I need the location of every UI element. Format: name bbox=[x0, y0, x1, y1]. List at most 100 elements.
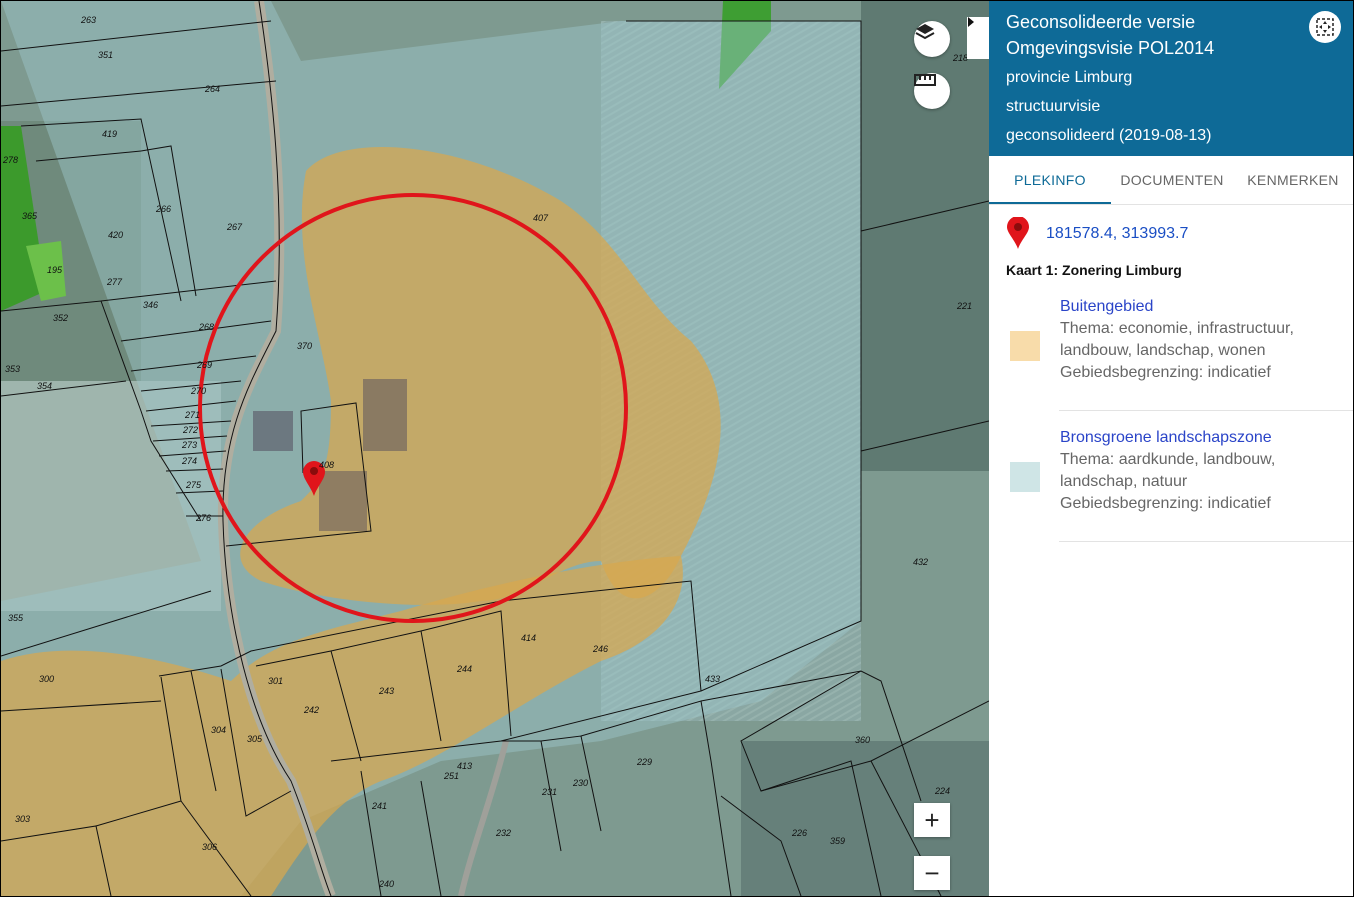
parcel-label: 365 bbox=[22, 211, 38, 221]
parcel-label: 352 bbox=[53, 313, 68, 323]
plan-title: Geconsolideerde versie Omgevingsvisie PO… bbox=[1006, 12, 1215, 58]
parcel-label: 267 bbox=[226, 222, 243, 232]
info-panel: Geconsolideerde versie Omgevingsvisie PO… bbox=[989, 1, 1353, 896]
parcel-label: 270 bbox=[190, 386, 206, 396]
panel-tabs: PLEKINFO DOCUMENTEN KENMERKEN bbox=[989, 156, 1353, 205]
parcel-label: 276 bbox=[195, 513, 211, 523]
building-house bbox=[253, 411, 293, 451]
collapse-panel-button[interactable] bbox=[967, 17, 989, 59]
legend-begrenzing: Gebiedsbegrenzing: indicatief bbox=[1060, 495, 1271, 512]
legend-begrenzing: Gebiedsbegrenzing: indicatief bbox=[1060, 364, 1271, 381]
parcel-label: 230 bbox=[572, 778, 588, 788]
legend-swatch-buitengebied bbox=[1010, 331, 1040, 361]
parcel-label: 273 bbox=[181, 440, 197, 450]
parcel-label: 432 bbox=[913, 557, 928, 567]
parcel-label: 241 bbox=[371, 801, 387, 811]
parcel-label: 304 bbox=[211, 725, 226, 735]
parcel-label: 226 bbox=[791, 828, 807, 838]
parcel-label: 224 bbox=[934, 786, 950, 796]
parcel-label: 242 bbox=[303, 705, 319, 715]
parcel-label: 433 bbox=[705, 674, 720, 684]
parcel-label: 221 bbox=[956, 301, 972, 311]
zoom-out-button[interactable]: − bbox=[914, 856, 950, 890]
divider bbox=[1059, 541, 1353, 542]
parcel-label: 278 bbox=[2, 155, 18, 165]
parcel-label: 218 bbox=[952, 53, 968, 63]
parcel-label: 243 bbox=[378, 686, 394, 696]
parcel-label: 271 bbox=[184, 410, 200, 420]
divider bbox=[1059, 410, 1353, 411]
building-barn bbox=[363, 379, 407, 451]
parcel-label: 360 bbox=[855, 735, 870, 745]
focus-icon bbox=[1316, 18, 1334, 36]
layers-button[interactable] bbox=[914, 21, 950, 57]
field-bottom-right bbox=[741, 741, 989, 896]
parcel-label: 268 bbox=[198, 322, 214, 332]
parcel-label: 244 bbox=[456, 664, 472, 674]
parcel-label: 232 bbox=[495, 828, 511, 838]
parcel-label: 263 bbox=[80, 15, 96, 25]
legend-swatch-bronsgroen bbox=[1010, 462, 1040, 492]
parcel-label: 354 bbox=[37, 381, 52, 391]
parcel-label: 272 bbox=[182, 425, 198, 435]
parcel-label: 246 bbox=[592, 644, 608, 654]
parcel-label: 419 bbox=[102, 129, 117, 139]
parcel-label: 229 bbox=[636, 757, 652, 767]
layers-icon bbox=[915, 24, 935, 40]
parcel-label: 353 bbox=[5, 364, 20, 374]
plan-type: structuurvisie bbox=[1006, 98, 1101, 115]
parcel-label: 231 bbox=[541, 787, 557, 797]
tab-documenten[interactable]: DOCUMENTEN bbox=[1111, 156, 1233, 202]
legend-item: Bronsgroene landschapszone Thema: aardku… bbox=[989, 427, 1353, 542]
parcel-label: 408 bbox=[319, 460, 334, 470]
panel-header: Geconsolideerde versie Omgevingsvisie PO… bbox=[989, 1, 1353, 156]
map-pin-icon bbox=[1007, 217, 1029, 249]
parcel-label: 303 bbox=[15, 814, 30, 824]
map-viewport[interactable]: 263 351 264 419 365 420 266 267 195 277 346 352 353 3… bbox=[1, 1, 989, 896]
parcel-label: 274 bbox=[181, 456, 197, 466]
parcel-label: 266 bbox=[155, 204, 171, 214]
plan-status: geconsolideerd (2019-08-13) bbox=[1006, 127, 1212, 144]
parcel-label: 351 bbox=[98, 50, 113, 60]
zoom-in-button[interactable]: + bbox=[914, 803, 950, 837]
legend-name[interactable]: Bronsgroene landschapszone bbox=[1060, 429, 1272, 447]
parcel-label: 413 bbox=[457, 761, 472, 771]
parcel-label: 251 bbox=[443, 771, 459, 781]
tab-plekinfo[interactable]: PLEKINFO bbox=[989, 156, 1111, 204]
parcel-label: 240 bbox=[378, 879, 394, 889]
map-section-title: Kaart 1: Zonering Limburg bbox=[1006, 262, 1182, 278]
parcel-label: 195 bbox=[47, 265, 63, 275]
location-row: 181578.4, 313993.7 bbox=[1007, 217, 1337, 251]
parcel-label: 355 bbox=[8, 613, 24, 623]
coordinates-link[interactable]: 181578.4, 313993.7 bbox=[1046, 225, 1188, 243]
parcel-label: 264 bbox=[204, 84, 220, 94]
parcel-label: 305 bbox=[247, 734, 263, 744]
tab-kenmerken[interactable]: KENMERKEN bbox=[1233, 156, 1353, 202]
parcel-label: 306 bbox=[202, 842, 217, 852]
parcel-label: 359 bbox=[830, 836, 845, 846]
map-canvas[interactable]: 263 351 264 419 365 420 266 267 195 277 346 352 353 3… bbox=[1, 1, 989, 896]
parcel-label: 370 bbox=[297, 341, 312, 351]
parcel-label: 414 bbox=[521, 633, 536, 643]
parcel-label: 275 bbox=[185, 480, 202, 490]
app-frame: 263 351 264 419 365 420 266 267 195 277 346 352 353 3… bbox=[0, 0, 1354, 897]
legend-name[interactable]: Buitengebied bbox=[1060, 298, 1153, 316]
legend-thema-cont: landbouw, landschap, wonen bbox=[1060, 342, 1266, 359]
caret-right-icon bbox=[968, 17, 974, 27]
building-shed bbox=[319, 471, 367, 531]
legend-thema: Thema: aardkunde, landbouw, bbox=[1060, 451, 1276, 468]
parcel-label: 346 bbox=[143, 300, 158, 310]
parcel-label: 301 bbox=[268, 676, 283, 686]
parcel-label: 407 bbox=[533, 213, 549, 223]
measure-button[interactable] bbox=[914, 73, 950, 109]
parcel-label: 300 bbox=[39, 674, 54, 684]
legend-item: Buitengebied Thema: economie, infrastruc… bbox=[989, 296, 1353, 411]
ruler-icon bbox=[914, 74, 936, 86]
legend-thema-cont: landschap, natuur bbox=[1060, 473, 1188, 490]
parcel-label: 277 bbox=[106, 277, 123, 287]
parcel-label: 269 bbox=[196, 360, 212, 370]
plan-authority: provincie Limburg bbox=[1006, 69, 1133, 86]
focus-button[interactable] bbox=[1309, 11, 1341, 43]
parcel-label: 420 bbox=[108, 230, 123, 240]
field-dark bbox=[861, 1, 989, 471]
